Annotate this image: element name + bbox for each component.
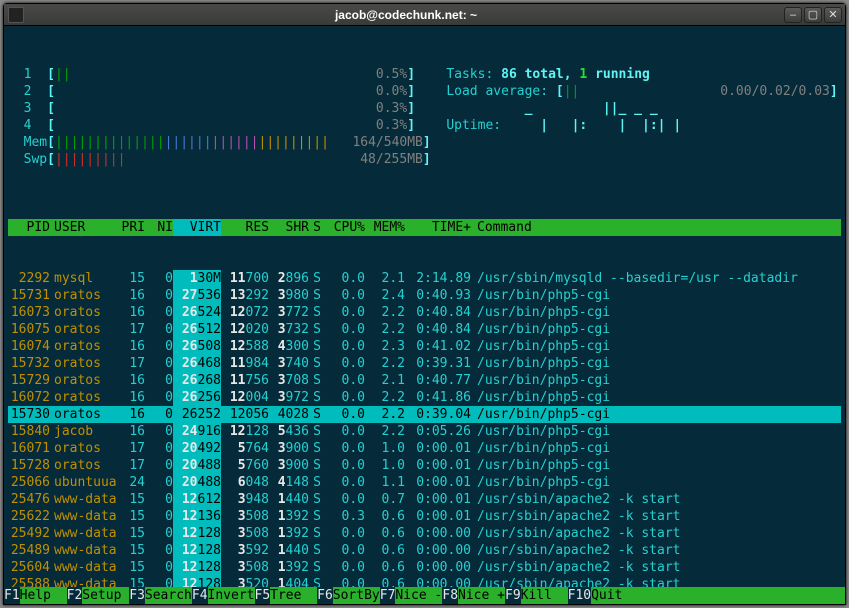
col-res[interactable]: RES <box>221 219 269 236</box>
col-cpu%[interactable]: CPU% <box>325 219 365 236</box>
close-button[interactable]: ✕ <box>824 7 842 23</box>
table-row[interactable]: 16075oratos17026512120203732S0.02.20:40.… <box>8 321 841 338</box>
table-row[interactable]: 15728oratos1702048857603900S0.01.00:00.0… <box>8 457 841 474</box>
fkey-F9[interactable]: F9 <box>505 587 521 604</box>
table-row[interactable]: 16074oratos16026508125884300S0.02.30:41.… <box>8 338 841 355</box>
process-list[interactable]: 2292mysql150130M117002896S0.02.12:14.89/… <box>8 270 841 604</box>
fkey-F6[interactable]: F6 <box>317 587 333 604</box>
table-row[interactable]: 16073oratos16026524120723772S0.02.20:40.… <box>8 304 841 321</box>
fkey-label-F2[interactable]: Setup <box>82 587 129 604</box>
fkey-F3[interactable]: F3 <box>129 587 145 604</box>
table-row[interactable]: 25622www-data1501213635081392S0.30.60:00… <box>8 508 841 525</box>
fkey-label-F7[interactable]: Nice - <box>395 587 442 604</box>
fkey-label-F5[interactable]: Tree <box>270 587 317 604</box>
fkey-F7[interactable]: F7 <box>380 587 396 604</box>
table-row[interactable]: 25604www-data1501212835081392S0.00.60:00… <box>8 559 841 576</box>
window-title: jacob@codechunk.net: ~ <box>28 8 784 22</box>
htop-header: 1 [|| 0.5%] Tasks: 86 total, 1 running 2… <box>8 66 841 185</box>
function-key-bar[interactable]: F1Help F2Setup F3SearchF4InvertF5Tree F6… <box>4 587 845 604</box>
col-s[interactable]: S <box>309 219 325 236</box>
maximize-button[interactable]: ▢ <box>804 7 822 23</box>
fkey-label-F1[interactable]: Help <box>20 587 67 604</box>
col-mem%[interactable]: MEM% <box>365 219 405 236</box>
col-virt[interactable]: VIRT <box>173 219 221 236</box>
fkey-F4[interactable]: F4 <box>192 587 208 604</box>
table-row[interactable]: 15840jacob16024916121285436S0.02.20:05.2… <box>8 423 841 440</box>
table-row[interactable]: 15732oratos17026468119843740S0.02.20:39.… <box>8 355 841 372</box>
fkey-F2[interactable]: F2 <box>67 587 83 604</box>
table-row[interactable]: 16072oratos16026256120043972S0.02.20:41.… <box>8 389 841 406</box>
col-command[interactable]: Command <box>471 219 532 236</box>
fkey-F5[interactable]: F5 <box>255 587 271 604</box>
fkey-label-F6[interactable]: SortBy <box>333 587 380 604</box>
fkey-F8[interactable]: F8 <box>442 587 458 604</box>
fkey-label-F10[interactable]: Quit <box>591 587 638 604</box>
column-header[interactable]: PIDUSERPRINIVIRTRESSHRSCPU%MEM%TIME+Comm… <box>8 219 841 236</box>
minimize-button[interactable]: – <box>784 7 802 23</box>
table-row[interactable]: 16071oratos1702049257643900S0.01.00:00.0… <box>8 440 841 457</box>
fkey-F10[interactable]: F10 <box>568 587 591 604</box>
table-row[interactable]: 25489www-data1501212835921440S0.00.60:00… <box>8 542 841 559</box>
titlebar[interactable]: jacob@codechunk.net: ~ – ▢ ✕ <box>4 4 845 26</box>
col-shr[interactable]: SHR <box>269 219 309 236</box>
table-row[interactable]: 25066ubuntuua2402048860484148S0.01.10:00… <box>8 474 841 491</box>
terminal-window: jacob@codechunk.net: ~ – ▢ ✕ 1 [|| 0.5%]… <box>3 3 846 605</box>
col-user[interactable]: USER <box>50 219 113 236</box>
table-row[interactable]: 25476www-data1501261239481440S0.00.70:00… <box>8 491 841 508</box>
fkey-label-F4[interactable]: Invert <box>208 587 255 604</box>
fkey-F1[interactable]: F1 <box>4 587 20 604</box>
table-row[interactable]: 15729oratos16026268117563708S0.02.10:40.… <box>8 372 841 389</box>
table-row[interactable]: 15731oratos16027536132923980S0.02.40:40.… <box>8 287 841 304</box>
app-icon <box>8 7 24 23</box>
terminal-area[interactable]: 1 [|| 0.5%] Tasks: 86 total, 1 running 2… <box>4 26 845 604</box>
fkey-label-F3[interactable]: Search <box>145 587 192 604</box>
table-row[interactable]: 15730oratos16026252120564028S0.02.20:39.… <box>8 406 841 423</box>
col-ni[interactable]: NI <box>145 219 173 236</box>
col-time+[interactable]: TIME+ <box>405 219 471 236</box>
fkey-label-F9[interactable]: Kill <box>521 587 568 604</box>
col-pri[interactable]: PRI <box>113 219 145 236</box>
fkey-label-F8[interactable]: Nice + <box>458 587 505 604</box>
col-pid[interactable]: PID <box>8 219 50 236</box>
table-row[interactable]: 25492www-data1501212835081392S0.00.60:00… <box>8 525 841 542</box>
table-row[interactable]: 2292mysql150130M117002896S0.02.12:14.89/… <box>8 270 841 287</box>
